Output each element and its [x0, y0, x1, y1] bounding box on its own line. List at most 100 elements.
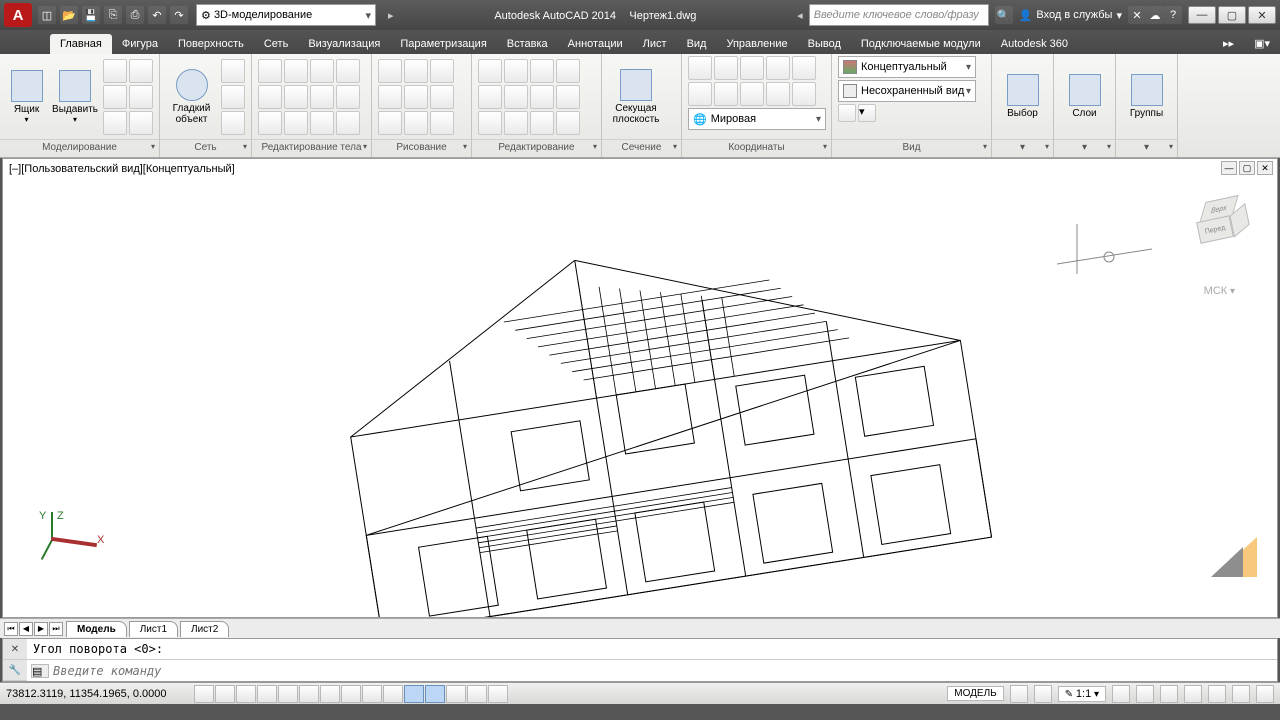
infocenter-search[interactable]: Введите ключевое слово/фразу — [809, 4, 989, 26]
sb-snap-icon[interactable] — [215, 685, 235, 703]
chamfer-edge-icon[interactable] — [310, 111, 334, 135]
arc-icon[interactable] — [378, 85, 402, 109]
view-sw1-icon[interactable] — [838, 104, 856, 122]
sb-annovis-icon[interactable] — [1112, 685, 1130, 703]
view-sw2-icon[interactable]: ▾ — [858, 104, 876, 122]
workspace-dropdown[interactable]: ⚙ 3D-моделирование — [196, 4, 376, 26]
solidedit-dd2-icon[interactable] — [336, 85, 360, 109]
layers-button[interactable]: Слои — [1060, 58, 1109, 136]
sb-hardware-icon[interactable] — [1208, 685, 1226, 703]
panel-groups-title[interactable]: ▾ — [1116, 139, 1177, 157]
point-icon[interactable] — [430, 111, 454, 135]
sb-grid-icon[interactable] — [236, 685, 256, 703]
fillet-icon[interactable] — [530, 85, 554, 109]
tabnav-prev-icon[interactable]: ◀ — [19, 622, 33, 636]
line-icon[interactable] — [378, 59, 402, 83]
qat-redo-icon[interactable]: ↷ — [170, 6, 188, 24]
qat-new-icon[interactable]: ◫ — [38, 6, 56, 24]
saved-view-dropdown[interactable]: Несохраненный вид — [838, 80, 976, 102]
sb-osnap-icon[interactable] — [299, 685, 319, 703]
cmd-prompt-icon[interactable]: ▤ — [31, 664, 49, 678]
ribbon-minimize-icon[interactable]: ▣▾ — [1244, 33, 1280, 54]
tab-layout[interactable]: Лист — [633, 34, 677, 54]
tab-insert[interactable]: Вставка — [497, 34, 558, 54]
loft-icon[interactable] — [103, 111, 127, 135]
section-plane-button[interactable]: Секущая плоскость — [608, 58, 664, 136]
sb-ortho-icon[interactable] — [257, 685, 277, 703]
ucs-front-icon[interactable] — [714, 56, 738, 80]
sb-isolate-icon[interactable] — [1232, 685, 1250, 703]
shell-icon[interactable] — [258, 111, 282, 135]
tabnav-last-icon[interactable]: ⏭ — [49, 622, 63, 636]
ucs-top-icon[interactable] — [688, 56, 712, 80]
array-icon[interactable] — [556, 111, 580, 135]
visual-style-dropdown[interactable]: Концептуальный — [838, 56, 976, 78]
stayconnected-icon[interactable]: ☁ — [1146, 6, 1164, 24]
ucs-more-icon[interactable] — [792, 56, 816, 80]
command-input[interactable] — [53, 664, 1277, 678]
tab-mesh[interactable]: Сеть — [254, 34, 298, 54]
fillet-edge-icon[interactable] — [284, 111, 308, 135]
sb-qp-icon[interactable] — [446, 685, 466, 703]
tab-output[interactable]: Вывод — [798, 34, 851, 54]
ucs-x-icon[interactable] — [714, 82, 738, 106]
model-viewport[interactable]: [–][Пользовательский вид][Концептуальный… — [2, 158, 1278, 618]
selection-button[interactable]: Выбор — [998, 58, 1047, 136]
sb-sc-icon[interactable] — [467, 685, 487, 703]
sb-otrack-icon[interactable] — [341, 685, 361, 703]
spline-icon[interactable] — [404, 111, 428, 135]
panel-modify-title[interactable]: Редактирование — [472, 139, 601, 157]
circle-icon[interactable] — [430, 59, 454, 83]
panel-view-title[interactable]: Вид — [832, 139, 991, 157]
sb-lock-icon[interactable] — [1184, 685, 1202, 703]
polysolid-icon[interactable] — [103, 59, 127, 83]
sweep-icon[interactable] — [129, 85, 153, 109]
sb-annoscale-dropdown[interactable]: ✎ 1:1 ▾ — [1058, 686, 1106, 702]
tab-solid[interactable]: Фигура — [112, 34, 168, 54]
taper-face-icon[interactable] — [310, 85, 334, 109]
extrude-button[interactable]: Выдавить▾ — [51, 58, 99, 136]
erase-icon[interactable] — [478, 111, 502, 135]
presspull-icon[interactable] — [103, 85, 127, 109]
sb-quickview-icon[interactable] — [1010, 685, 1028, 703]
ucs-origin-icon[interactable] — [688, 82, 712, 106]
tab-manage[interactable]: Управление — [716, 34, 797, 54]
tab-layout2[interactable]: Лист2 — [180, 621, 229, 637]
panel-solidedit-title[interactable]: Редактирование тела — [252, 139, 371, 157]
revolve-icon[interactable] — [129, 59, 153, 83]
sb-dyn-icon[interactable] — [383, 685, 403, 703]
mesh-more-icon[interactable] — [221, 59, 245, 83]
sb-model-button[interactable]: МОДЕЛЬ — [947, 686, 1003, 701]
sb-lwt-icon[interactable] — [404, 685, 424, 703]
coords-readout[interactable]: 73812.3119, 11354.1965, 0.0000 — [6, 688, 186, 700]
qat-plot-icon[interactable]: ⎙ — [126, 6, 144, 24]
mesh-refine-icon[interactable] — [221, 111, 245, 135]
tab-parametric[interactable]: Параметризация — [390, 34, 496, 54]
ellipse-icon[interactable] — [430, 85, 454, 109]
solidedit-dd3-icon[interactable] — [336, 111, 360, 135]
polyline-icon[interactable] — [404, 59, 428, 83]
helix-icon[interactable] — [129, 111, 153, 135]
ucs-z-icon[interactable] — [766, 82, 790, 106]
sb-ducs-icon[interactable] — [362, 685, 382, 703]
offset-icon[interactable] — [530, 111, 554, 135]
polygon-icon[interactable] — [378, 111, 402, 135]
panel-section-title[interactable]: Сечение — [602, 139, 681, 157]
app-menu-button[interactable]: A — [4, 3, 32, 27]
union-icon[interactable] — [258, 59, 282, 83]
ucs-iso-icon[interactable] — [766, 56, 790, 80]
tab-model[interactable]: Модель — [66, 621, 127, 637]
qat-open-icon[interactable]: 📂 — [60, 6, 78, 24]
box-button[interactable]: Ящик▾ — [6, 58, 47, 136]
ucs-named-dropdown[interactable]: 🌐Мировая — [688, 108, 826, 130]
panel-draw-title[interactable]: Рисование — [372, 139, 471, 157]
move-icon[interactable] — [478, 59, 502, 83]
sb-annoauto-icon[interactable] — [1136, 685, 1154, 703]
solidedit-dd-icon[interactable] — [336, 59, 360, 83]
tab-view[interactable]: Вид — [677, 34, 717, 54]
tabnav-first-icon[interactable]: ⏮ — [4, 622, 18, 636]
groups-button[interactable]: Группы — [1122, 58, 1171, 136]
tab-layout1[interactable]: Лист1 — [129, 621, 178, 637]
sb-polar-icon[interactable] — [278, 685, 298, 703]
panel-mesh-title[interactable]: Сеть — [160, 139, 251, 157]
